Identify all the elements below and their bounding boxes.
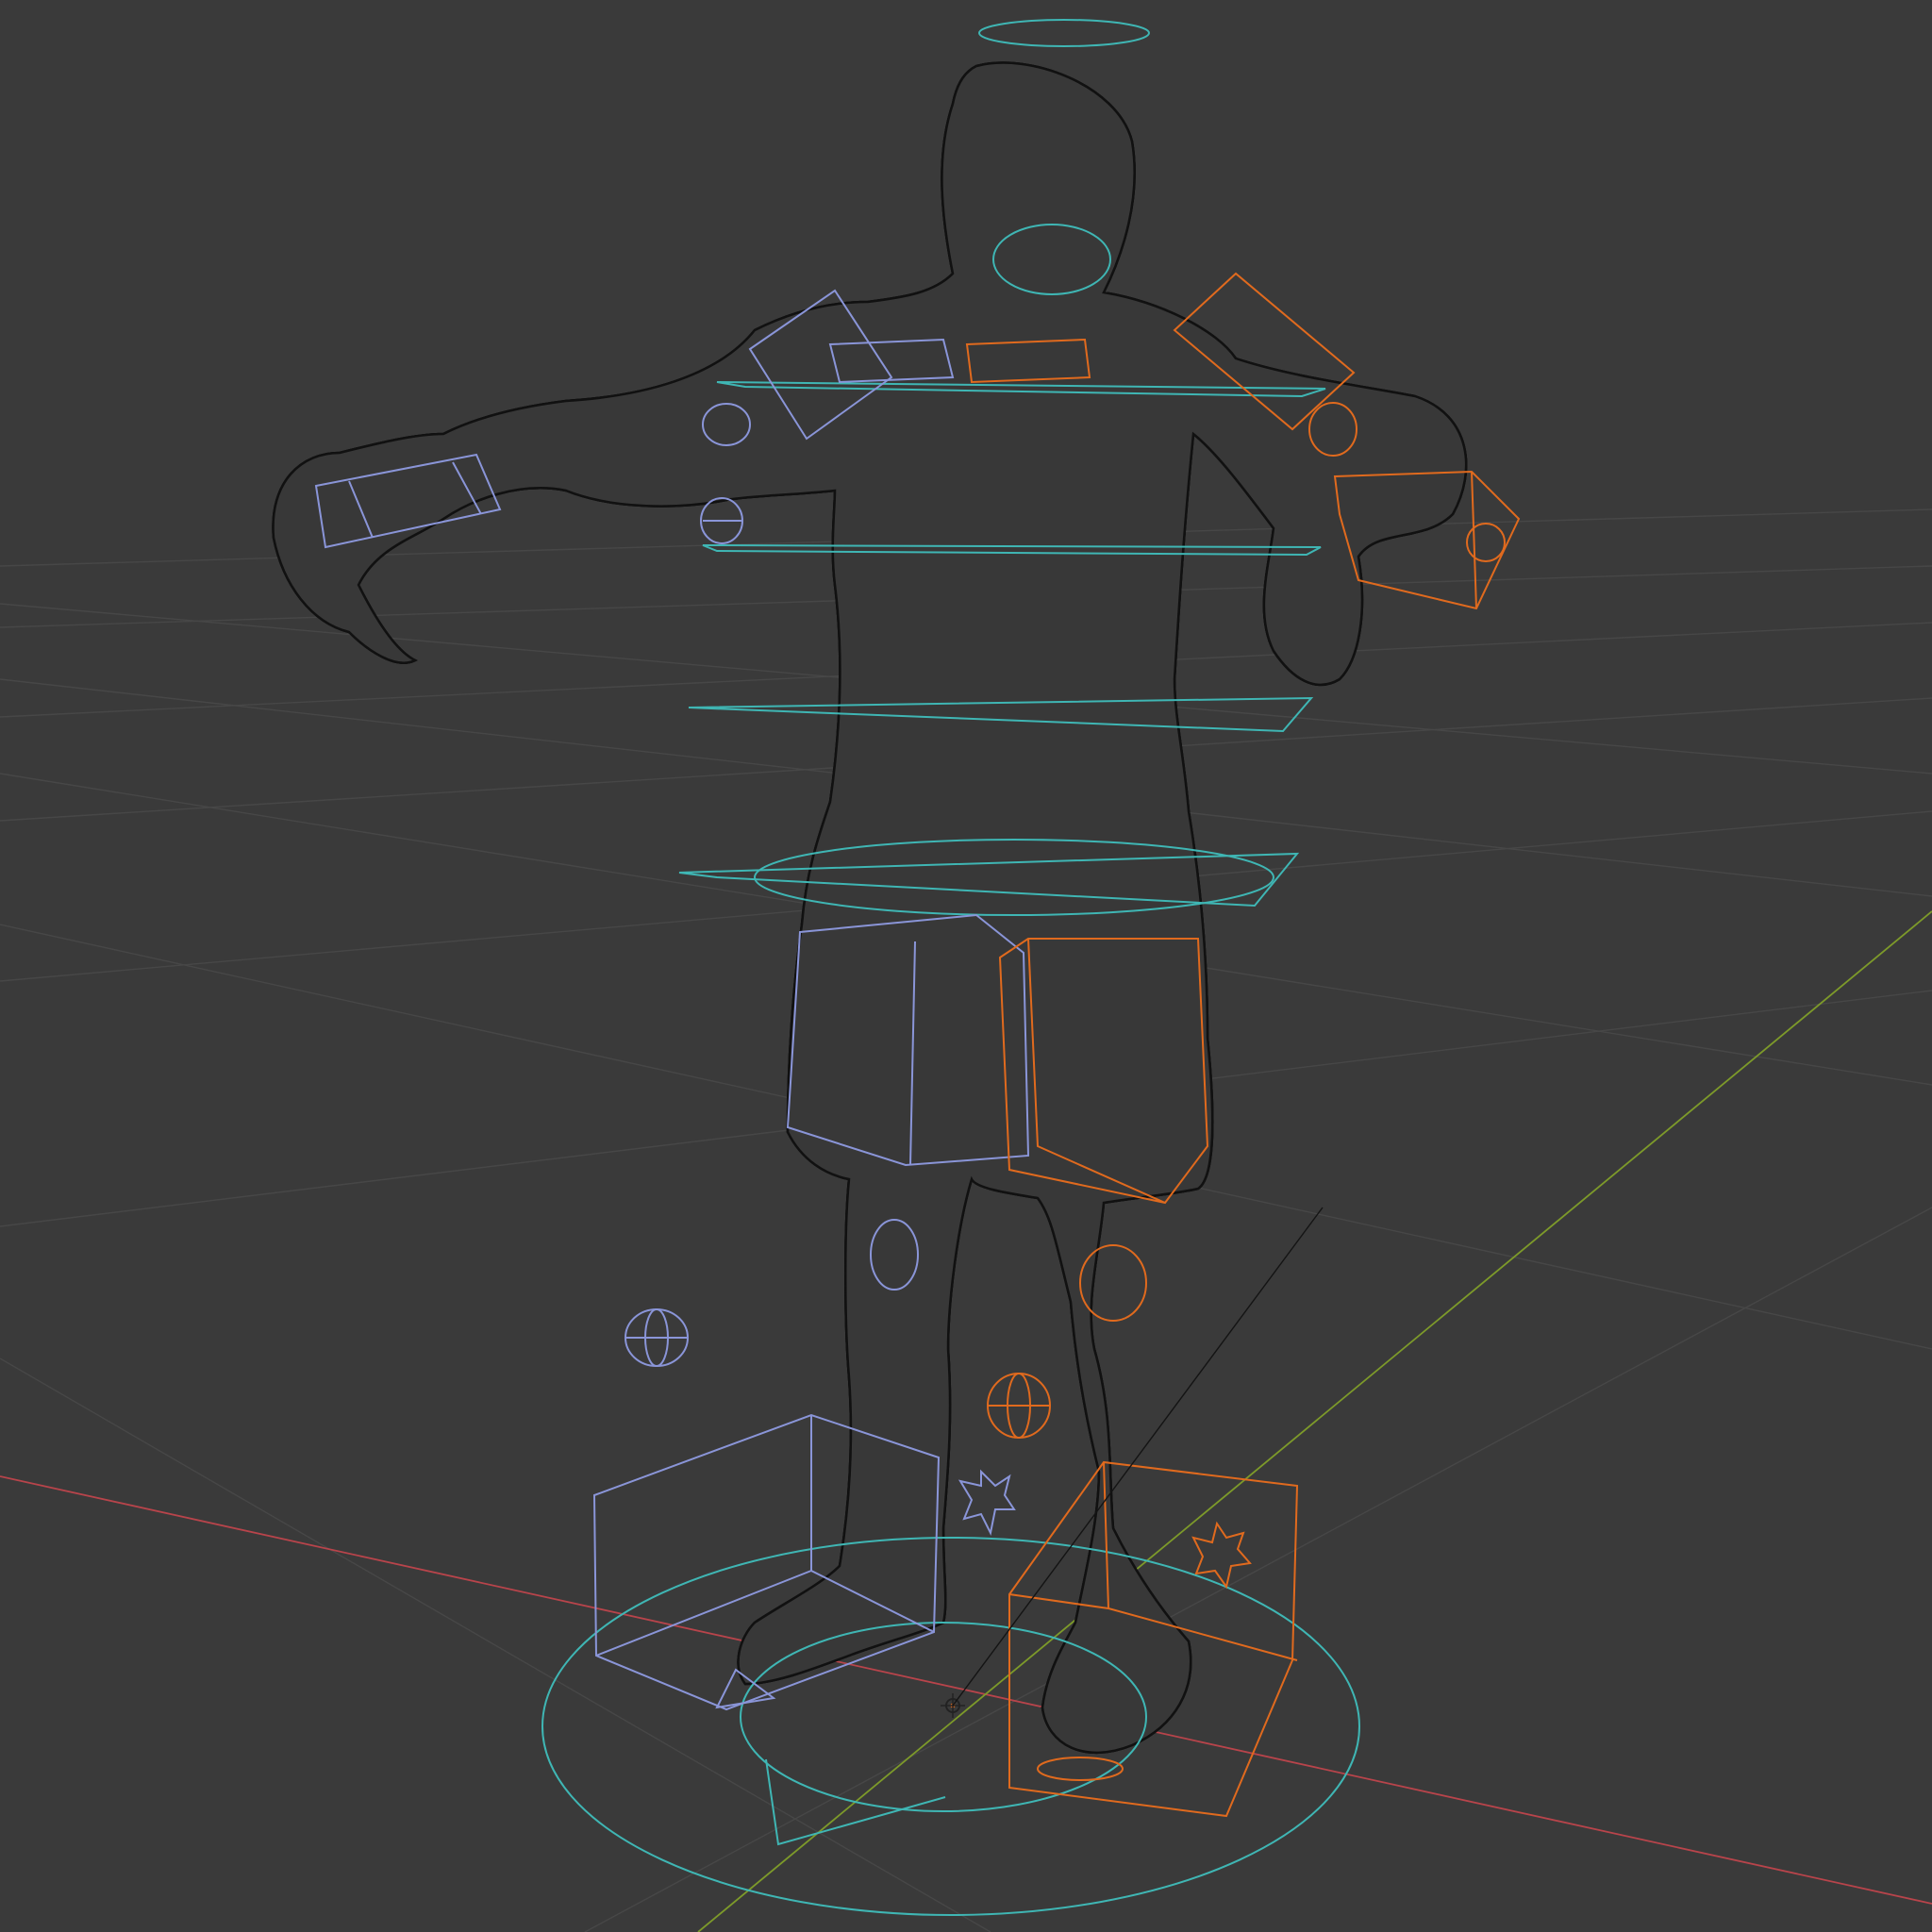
viewport-canvas[interactable] bbox=[0, 0, 1932, 1932]
heel-left-control[interactable] bbox=[958, 1469, 1016, 1537]
toe-right-control[interactable] bbox=[1037, 1757, 1124, 1781]
3d-viewport[interactable] bbox=[0, 0, 1932, 1932]
x-axis-line bbox=[0, 1475, 1932, 1905]
head-ring-control[interactable] bbox=[978, 19, 1150, 47]
root-ring-control[interactable] bbox=[541, 1537, 1360, 1916]
